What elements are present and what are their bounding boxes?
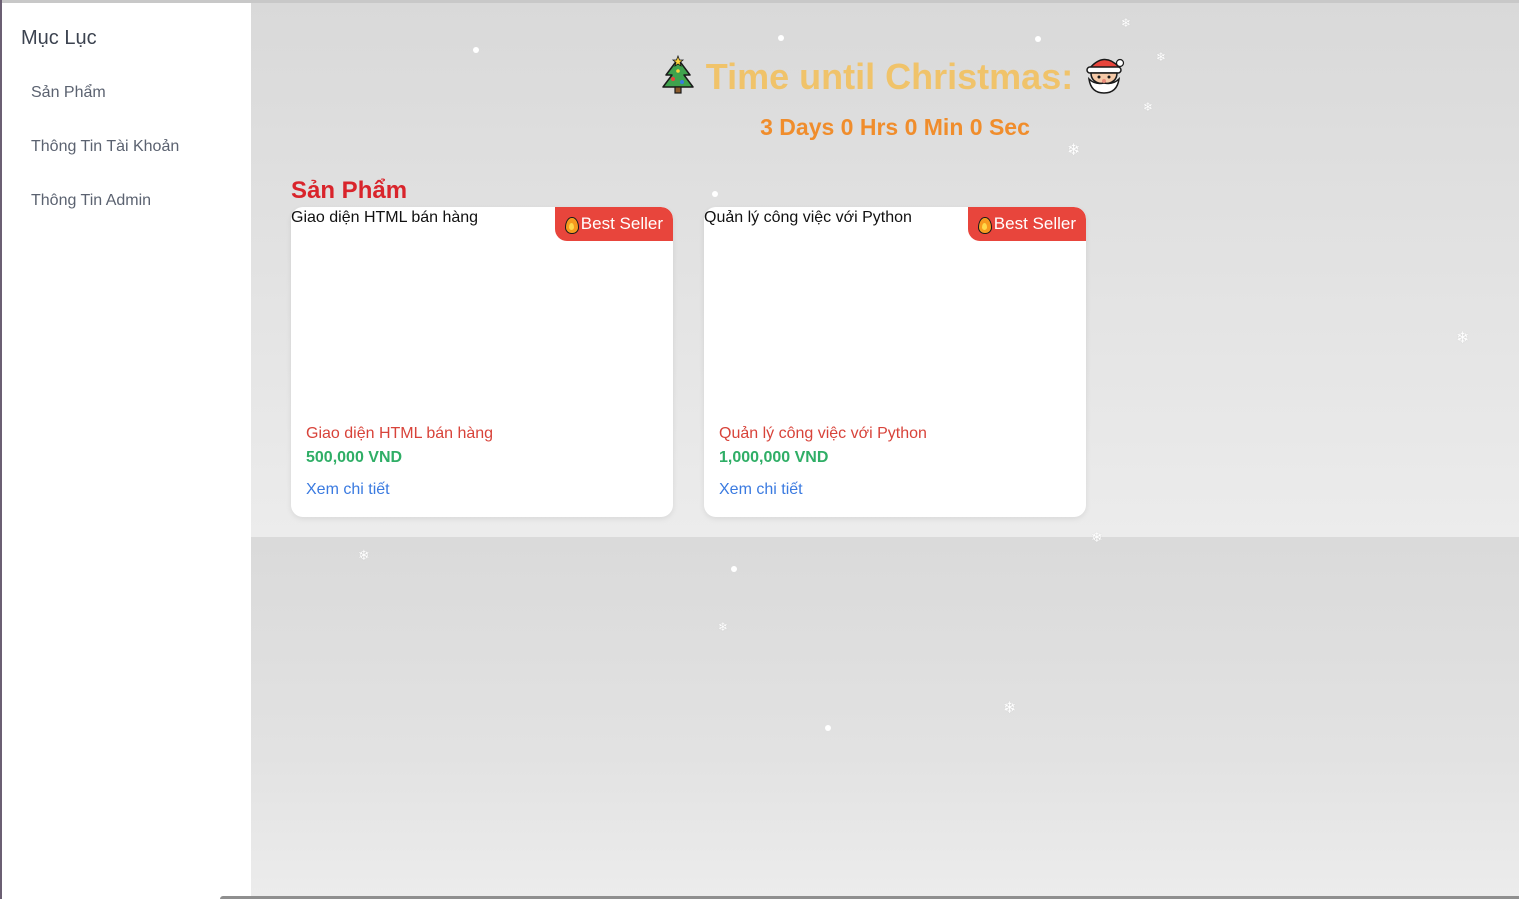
snowflake-icon: ❄ (358, 547, 370, 563)
product-card[interactable]: Quản lý công việc với Python Best Seller… (704, 207, 1086, 517)
badge-label: Best Seller (580, 214, 663, 233)
sidebar-item-admin-info[interactable]: Thông Tin Admin (31, 192, 151, 210)
product-name: Giao diện HTML bán hàng (306, 425, 494, 442)
fire-icon (564, 216, 579, 234)
product-image-alt-text: Giao diện HTML bán hàng (291, 209, 479, 226)
view-details-link[interactable]: Xem chi tiết (306, 481, 390, 499)
sidebar: Mục Lục Sản Phẩm Thông Tin Tài Khoản Thô… (2, 3, 251, 899)
snowflake-icon (778, 35, 784, 41)
product-image-alt-text: Quản lý công việc với Python (704, 209, 912, 226)
countdown-timer: 3 Days 0 Hrs 0 Min 0 Sec (760, 114, 1030, 140)
products-heading: Sản Phẩm (291, 177, 408, 204)
snowflake-icon: ❄ (1091, 529, 1103, 545)
view-details-link[interactable]: Xem chi tiết (719, 481, 803, 499)
santa-icon (1083, 53, 1125, 104)
sidebar-item-products[interactable]: Sản Phẩm (31, 84, 106, 102)
product-name: Quản lý công việc với Python (719, 425, 927, 442)
sidebar-item-account-info[interactable]: Thông Tin Tài Khoản (31, 138, 179, 156)
best-seller-badge: Best Seller (967, 207, 1086, 241)
product-price: 500,000 VND (306, 449, 403, 466)
christmas-tree-icon (660, 54, 696, 104)
fire-icon (977, 216, 992, 234)
countdown-title-text: Time until Christmas: (705, 56, 1074, 97)
snowflake-icon (731, 566, 737, 572)
main-content: ❄ ❄ ❄ ❄ ❄ ❄ ❄ ❄ ❄ Time until Christmas: (251, 3, 1519, 899)
snowflake-icon (1035, 36, 1041, 42)
best-seller-badge: Best Seller (554, 207, 673, 241)
sidebar-title: Mục Lục (21, 27, 97, 49)
snowflake-icon (825, 725, 831, 731)
product-price: 1,000,000 VND (719, 449, 829, 466)
snowflake-icon: ❄ (718, 620, 729, 634)
product-image: Giao diện HTML bán hàng (291, 209, 478, 227)
product-image: Quản lý công việc với Python (704, 209, 912, 227)
snowflake-icon: ❄ (1003, 700, 1017, 717)
snowflake-icon: ❄ (1456, 330, 1470, 347)
product-card[interactable]: Giao diện HTML bán hàng Best Seller Giao… (291, 207, 673, 517)
snowflake-icon: ❄ (1067, 142, 1081, 159)
snowflake-icon: ❄ (1121, 16, 1132, 30)
lower-background (251, 537, 1519, 899)
badge-label: Best Seller (993, 214, 1076, 233)
snowflake-icon (712, 191, 718, 197)
countdown-title: Time until Christmas: (251, 53, 1519, 104)
